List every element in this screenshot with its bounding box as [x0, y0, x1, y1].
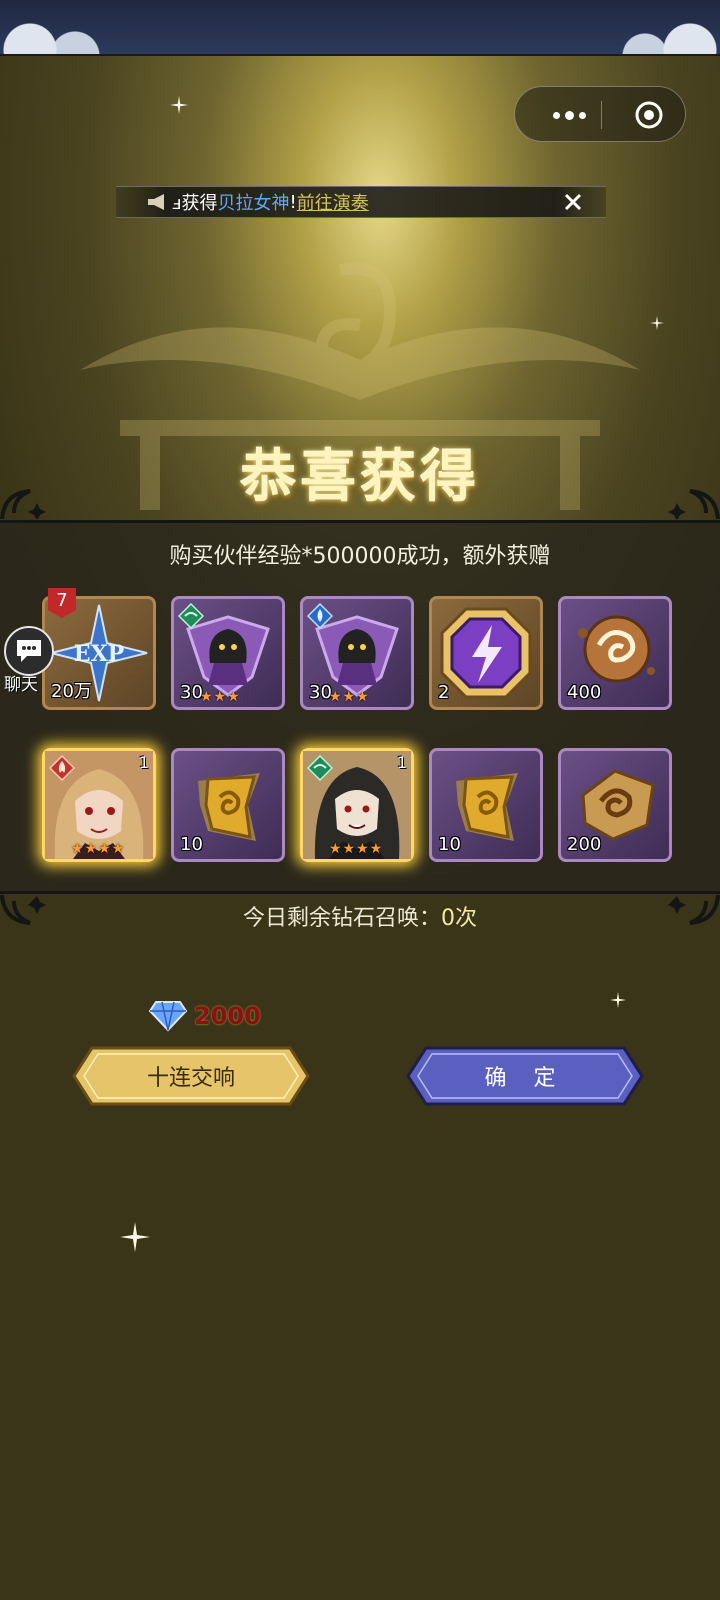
remaining-summons: 今日剩余钻石召唤：0次 [0, 900, 720, 932]
reward-tile-lightning[interactable]: 2 [429, 596, 543, 710]
marquee-bang: ! [289, 191, 297, 213]
marquee-go-link[interactable]: 前往演奏 [297, 189, 369, 215]
chat-button[interactable]: 聊天 [0, 624, 60, 696]
reward-tile-orb[interactable]: 400 [558, 596, 672, 710]
ornament-corner-top-right [668, 489, 720, 519]
reward-tile-ore[interactable]: 200 [558, 748, 672, 862]
reward-tile-hero-fragment-2[interactable]: 30 ★★★ [300, 596, 414, 710]
remaining-summons-label: 今日剩余钻石召唤： [242, 906, 441, 931]
cloud-decoration-right [610, 0, 720, 54]
ornament-corner-top-left [0, 489, 46, 519]
top-banner-strip [0, 0, 720, 56]
star-rating: ★★★ [329, 689, 370, 705]
fire-element-icon [49, 755, 75, 781]
sparkle-icon [610, 992, 626, 1008]
chat-label: 聊天 [4, 675, 38, 695]
confirm-label: 确 定 [484, 1066, 566, 1091]
reward-tile-hero-dark[interactable]: 1 ★★★★ [300, 748, 414, 862]
wind-element-icon [307, 755, 333, 781]
sparkle-icon [170, 96, 188, 114]
reward-tile-hero-fragment-1[interactable]: 30 ★★★ [171, 596, 285, 710]
confirm-button[interactable]: 确 定 [406, 1044, 644, 1108]
announcement-marquee: ⅎ获得 贝拉女神 ! 前往演奏 [116, 186, 606, 218]
remaining-summons-value: 0次 [441, 906, 477, 931]
summon-cost: 2000 [148, 998, 261, 1034]
purchase-success-message: 购买伙伴经验*500000成功，额外获赠 [169, 544, 551, 569]
congrats-title: 恭喜获得 [240, 444, 480, 510]
wind-element-icon [178, 603, 204, 629]
diamond-icon [148, 1001, 188, 1032]
chat-icon [17, 640, 41, 662]
ten-pull-button[interactable]: 十连交响 [72, 1044, 310, 1108]
star-rating: ★★★ [200, 689, 241, 705]
reward-count: 2 [438, 682, 450, 703]
reward-tile-rune-2[interactable]: 10 [429, 748, 543, 862]
horn-icon [148, 194, 164, 210]
ten-pull-label: 十连交响 [146, 1066, 235, 1091]
miniprogram-capsule [514, 86, 686, 142]
chat-bubble [4, 626, 54, 676]
marquee-hero-name: 贝拉女神 [217, 193, 290, 214]
marquee-prefix: ⅎ获得 [172, 193, 218, 214]
sparkle-icon [120, 1222, 150, 1252]
close-target-icon[interactable] [633, 99, 665, 131]
hero-level: 1 [396, 753, 407, 772]
reward-tile-hero-blonde[interactable]: 1 ★★★★ [42, 748, 156, 862]
red-flag-count: 7 [56, 590, 68, 611]
capsule-divider [601, 101, 602, 129]
reward-count: 400 [567, 682, 602, 703]
more-options-icon[interactable] [539, 103, 599, 127]
reward-tile-rune-1[interactable]: 10 [171, 748, 285, 862]
hero-level: 1 [138, 753, 149, 772]
cost-amount: 2000 [194, 1002, 261, 1030]
reward-count: 200 [567, 834, 602, 855]
cloud-decoration-left [0, 0, 110, 54]
red-count-flag: 7 [46, 588, 78, 618]
sparkle-icon [650, 316, 664, 330]
star-rating: ★★★★ [71, 841, 126, 857]
star-rating: ★★★★ [329, 841, 384, 857]
close-marquee-icon[interactable] [562, 191, 584, 213]
reward-count: 10 [180, 834, 203, 855]
reward-count: 10 [438, 834, 461, 855]
svg-text:EXP: EXP [74, 641, 124, 667]
water-element-icon [307, 603, 333, 629]
